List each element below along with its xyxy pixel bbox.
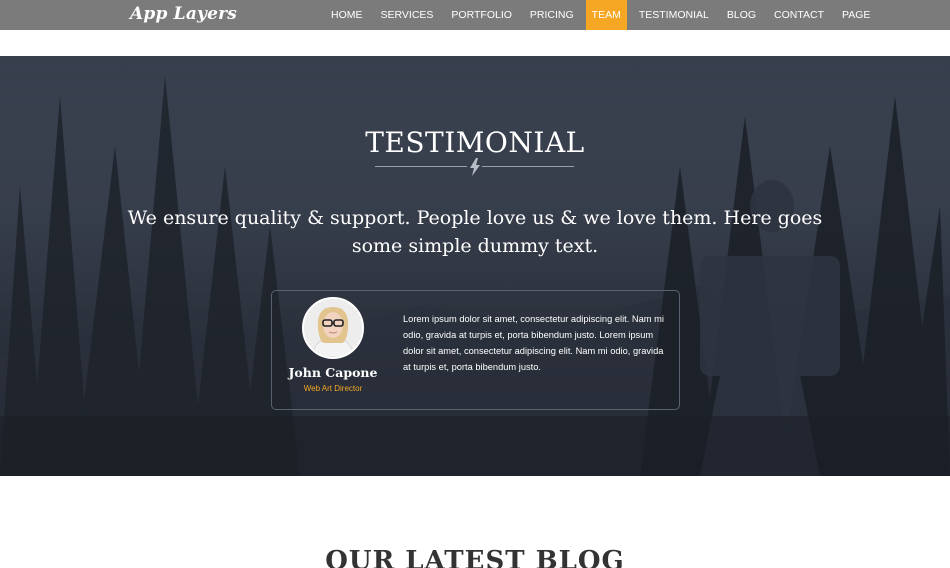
nav-item-pricing[interactable]: PRICING	[524, 0, 580, 30]
testimonial-quote: Lorem ipsum dolor sit amet, consectetur …	[403, 314, 664, 372]
avatar	[302, 297, 364, 359]
nav-item-testimonial[interactable]: TESTIMONIAL	[633, 0, 715, 30]
top-navbar: App Layers HOME SERVICES PORTFOLIO PRICI…	[0, 0, 950, 30]
nav-item-portfolio[interactable]: PORTFOLIO	[445, 0, 517, 30]
title-divider-right	[482, 166, 574, 167]
testimonial-card: John Capone Web Art Director Lorem ipsum…	[271, 290, 680, 410]
header-spacer	[0, 30, 950, 56]
nav-item-team[interactable]: TEAM	[585, 0, 627, 30]
forest-background-image	[0, 56, 950, 476]
testimonial-title: TESTIMONIAL	[365, 126, 585, 159]
title-divider-left	[375, 166, 467, 167]
nav-item-services[interactable]: SERVICES	[375, 0, 440, 30]
site-logo[interactable]: App Layers	[130, 4, 237, 24]
nav-item-page[interactable]: PAGE	[836, 0, 876, 30]
nav-item-home[interactable]: HOME	[325, 0, 369, 30]
person-portrait-icon	[304, 299, 362, 357]
person-role: Web Art Director	[303, 384, 363, 393]
main-nav: HOME SERVICES PORTFOLIO PRICING TEAM TES…	[322, 0, 879, 30]
testimonial-section: TESTIMONIAL We ensure quality & support.…	[0, 56, 950, 476]
nav-item-blog[interactable]: BLOG	[721, 0, 762, 30]
lightning-bolt-icon	[470, 158, 480, 176]
blog-section-title: OUR LATEST BLOG	[325, 546, 625, 568]
testimonial-tagline: We ensure quality & support. People love…	[127, 207, 823, 257]
person-name: John Capone	[288, 365, 378, 380]
nav-item-contact[interactable]: CONTACT	[768, 0, 830, 30]
